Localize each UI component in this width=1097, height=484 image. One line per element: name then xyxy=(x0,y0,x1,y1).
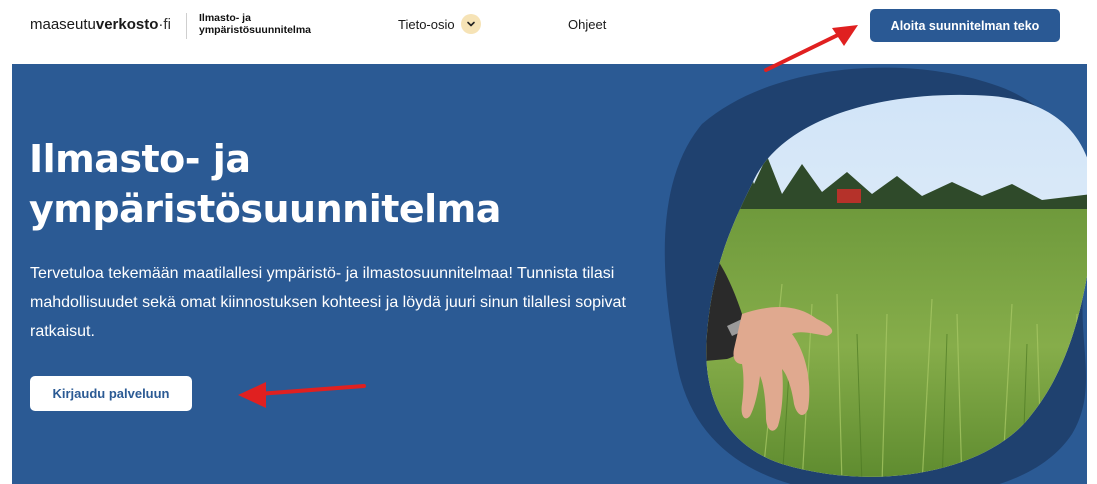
logo-text-part2: verkosto xyxy=(95,16,159,33)
chevron-down-icon[interactable] xyxy=(460,14,481,34)
header-divider xyxy=(186,13,187,39)
page-title: Ilmasto- ja ympäristösuunnitelma xyxy=(29,134,629,234)
page-title-line1: Ilmasto- ja xyxy=(29,137,251,181)
site-title[interactable]: Ilmasto- ja ympäristösuunnitelma xyxy=(199,12,339,36)
logo-text-part3: ·fi xyxy=(158,16,171,33)
nav-tieto-label: Tieto-osio xyxy=(398,16,455,32)
hero-field-image xyxy=(664,67,1087,484)
page-title-line2: ympäristösuunnitelma xyxy=(29,187,501,231)
login-button[interactable]: Kirjaudu palveluun xyxy=(30,376,192,411)
top-navigation: maaseutuverkosto·fi Ilmasto- ja ympärist… xyxy=(0,0,1097,56)
hero-intro-text: Tervetuloa tekemään maatilallesi ympäris… xyxy=(30,265,626,340)
nav-item-ohjeet[interactable]: Ohjeet xyxy=(568,17,606,32)
start-plan-button[interactable]: Aloita suunnitelman teko xyxy=(870,9,1060,42)
site-logo[interactable]: maaseutuverkosto·fi xyxy=(30,16,171,33)
logo-text-part1: maaseutu xyxy=(30,16,96,33)
nav-item-tieto-osio[interactable]: Tieto-osio xyxy=(398,14,481,34)
hero-section: Ilmasto- ja ympäristösuunnitelma Tervetu… xyxy=(12,64,1087,484)
